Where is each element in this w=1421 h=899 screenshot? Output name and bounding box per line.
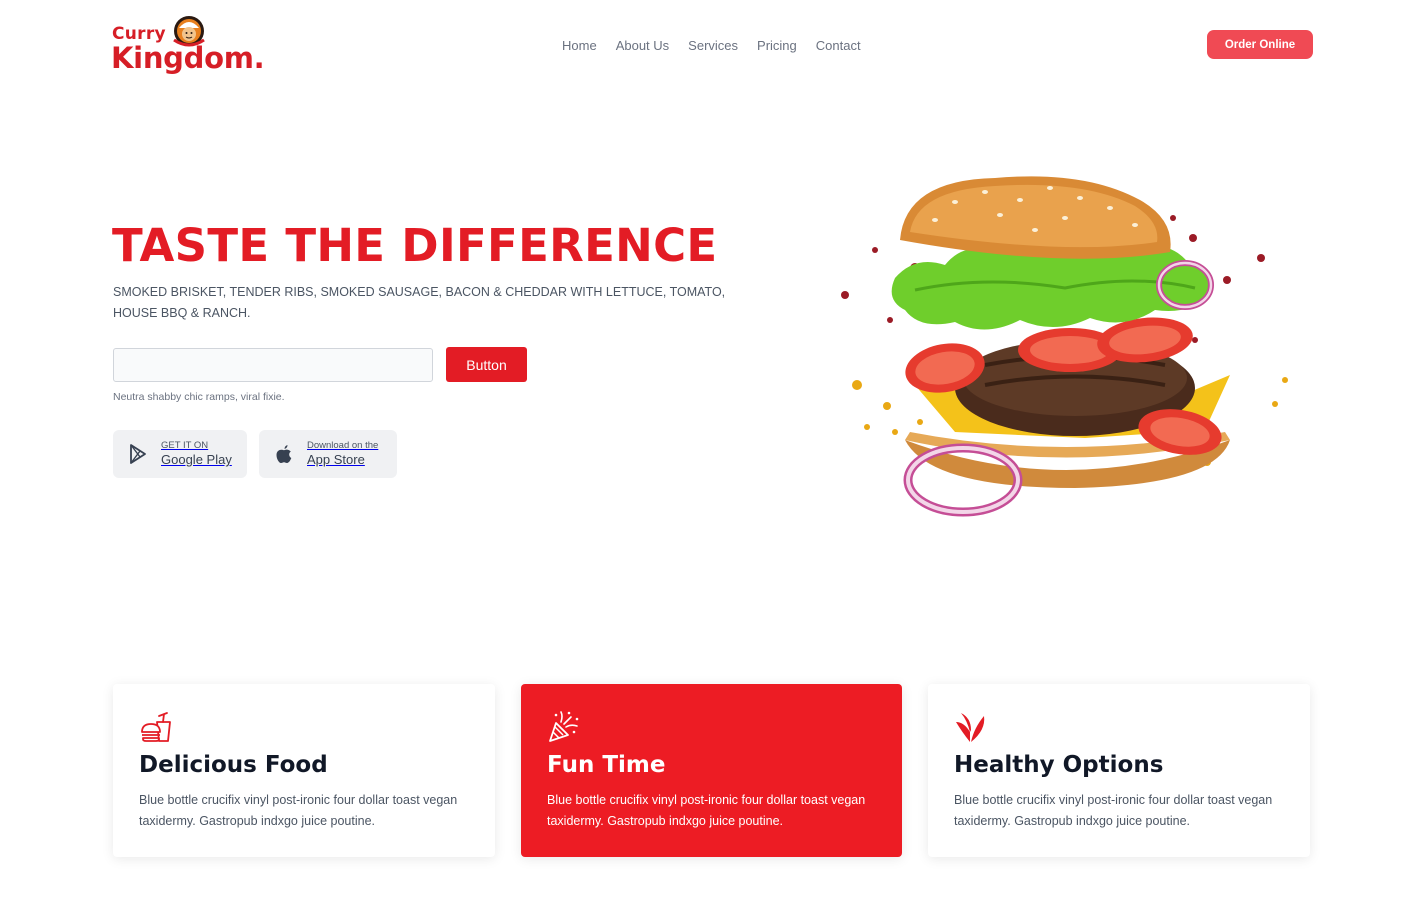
hero-button[interactable]: Button bbox=[446, 347, 527, 382]
hero-title: TASTE THE DIFFERENCE bbox=[112, 219, 718, 272]
hero-note: Neutra shabby chic ramps, viral fixie. bbox=[113, 391, 285, 403]
app-store-small: Download on the bbox=[307, 440, 379, 451]
brand-line2: Kingdom. bbox=[111, 41, 265, 75]
google-play-small: GET IT ON bbox=[161, 440, 209, 451]
nav-pricing[interactable]: Pricing bbox=[757, 38, 797, 53]
nav-contact[interactable]: Contact bbox=[816, 38, 861, 53]
feature-title: Fun Time bbox=[547, 752, 666, 778]
feature-body: Blue bottle crucifix vinyl post-ironic f… bbox=[547, 793, 866, 828]
feature-card-fun-time: Fun Time Blue bottle crucifix vinyl post… bbox=[521, 684, 902, 857]
feature-body: Blue bottle crucifix vinyl post-ironic f… bbox=[139, 793, 458, 828]
burger-image bbox=[841, 176, 1288, 517]
hero-input[interactable] bbox=[113, 348, 433, 382]
google-play-big: Google Play bbox=[161, 452, 232, 467]
feature-title: Healthy Options bbox=[954, 752, 1164, 778]
nav-services[interactable]: Services bbox=[688, 38, 738, 53]
nav-home[interactable]: Home bbox=[562, 38, 597, 53]
leaf-icon bbox=[956, 713, 985, 742]
nav-about-us[interactable]: About Us bbox=[616, 38, 669, 53]
app-store-button[interactable]: Download on the App Store bbox=[259, 430, 397, 478]
google-play-icon bbox=[127, 443, 149, 465]
apple-icon bbox=[273, 443, 295, 465]
order-online-button[interactable]: Order Online bbox=[1207, 30, 1313, 59]
feature-card-healthy-options: Healthy Options Blue bottle crucifix vin… bbox=[928, 684, 1310, 857]
party-popper-icon bbox=[549, 711, 579, 742]
fast-food-icon bbox=[141, 712, 171, 742]
hero-subtitle: SMOKED BRISKET, TENDER RIBS, SMOKED SAUS… bbox=[113, 285, 726, 320]
feature-body: Blue bottle crucifix vinyl post-ironic f… bbox=[954, 793, 1273, 828]
app-store-big: App Store bbox=[307, 452, 365, 467]
brand-logo[interactable]: Curry Kingdom. bbox=[111, 14, 286, 78]
feature-title: Delicious Food bbox=[139, 752, 328, 778]
feature-card-delicious-food: Delicious Food Blue bottle crucifix viny… bbox=[113, 684, 495, 857]
main-nav: Home About Us Services Pricing Contact bbox=[562, 38, 861, 53]
google-play-button[interactable]: GET IT ON Google Play bbox=[113, 430, 247, 478]
